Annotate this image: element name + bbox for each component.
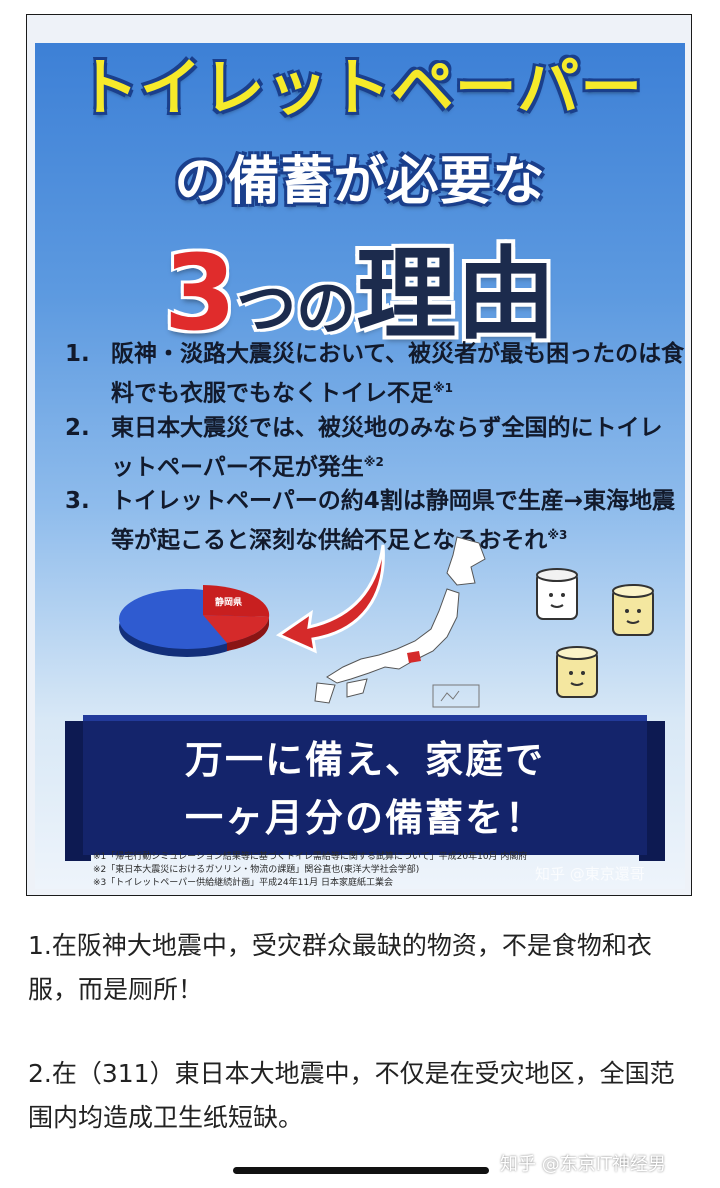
poster-watermark: 知乎 @東京還哥 bbox=[535, 865, 645, 883]
banner-line1: 万一に備え、家庭で bbox=[184, 738, 545, 782]
reasons-list: 1. 阪神・淡路大震災において、被災者が最も困ったのは食料でも衣服でもなくトイレ… bbox=[65, 337, 685, 558]
title-reason: 理由 bbox=[356, 236, 557, 353]
home-indicator[interactable] bbox=[233, 1167, 489, 1174]
reason-number: 1. bbox=[65, 341, 90, 367]
japan-map-icon bbox=[314, 536, 486, 708]
article-paragraph-2: 2.在（311）東日本大地震中，不仅是在受灾地区，全国范围内均造成卫生纸短缺。 bbox=[28, 1059, 675, 1132]
toilet-paper-mascot-icon bbox=[556, 646, 598, 698]
poster-image: トイレットペーパー の備蓄が必要な 3つの理由 1. 阪神・淡路大震災において、… bbox=[26, 14, 692, 896]
reason-note: ※1 bbox=[433, 381, 454, 395]
poster-title-line2: の備蓄が必要な bbox=[174, 152, 546, 212]
reason-note: ※2 bbox=[363, 454, 384, 469]
pie-label: 静岡県 bbox=[215, 596, 242, 608]
reason-item: 2. 東日本大震災では、被災地のみならず全国的にトイレットペーパー不足が発生※2 bbox=[65, 411, 685, 485]
reason-number: 3. bbox=[65, 488, 90, 515]
toilet-paper-mascot-icon bbox=[536, 568, 578, 620]
toilet-paper-mascot-icons bbox=[536, 568, 654, 698]
toilet-paper-mascot-icon bbox=[612, 584, 654, 636]
poster-title-line1: トイレットペーパー bbox=[76, 51, 644, 124]
article-paragraph-1: 1.在阪神大地震中，受灾群众最缺的物资，不是食物和衣服，而是厕所！ bbox=[28, 931, 652, 1004]
reason-text: 阪神・淡路大震災において、被災者が最も困ったのは食料でも衣服でもなくトイレ不足 bbox=[111, 341, 685, 407]
shizuoka-highlight bbox=[407, 651, 421, 663]
title-particle: つの bbox=[236, 274, 357, 344]
reason-item: 1. 阪神・淡路大震災において、被災者が最も困ったのは食料でも衣服でもなくトイレ… bbox=[65, 337, 685, 411]
reason-number: 2. bbox=[65, 414, 90, 441]
zhihu-watermark: 知乎 @东京IT神经男 bbox=[500, 1154, 667, 1175]
reason-note: ※3 bbox=[547, 528, 568, 543]
slogan-banner: 万一に備え、家庭で 一ヶ月分の備蓄を！ bbox=[65, 715, 665, 867]
pie-chart-illustration: 静岡県 bbox=[119, 585, 270, 657]
banner-line2: 一ヶ月分の備蓄を！ bbox=[184, 796, 545, 840]
title-number: 3 bbox=[163, 232, 237, 354]
reason-text: 東日本大震災では、被災地のみならず全国的にトイレットペーパー不足が発生 bbox=[111, 414, 663, 481]
